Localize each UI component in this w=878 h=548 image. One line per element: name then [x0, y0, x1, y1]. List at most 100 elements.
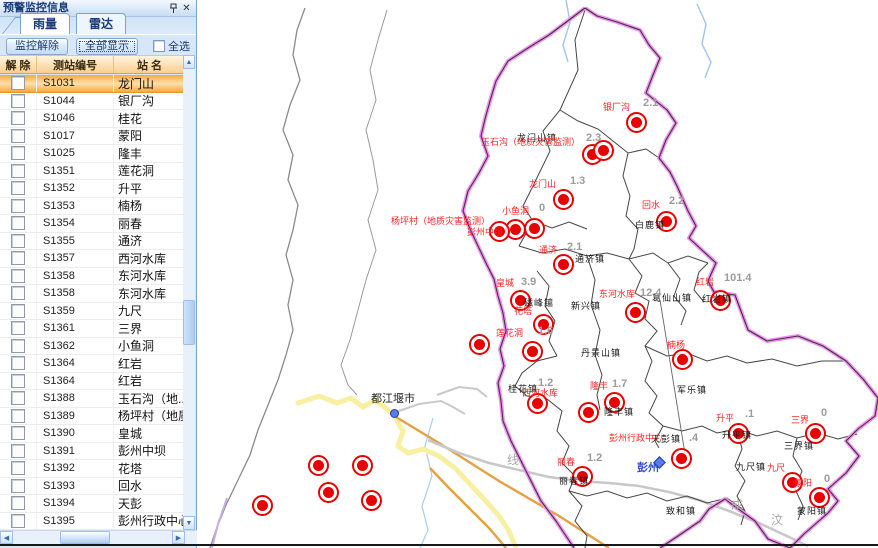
table-row[interactable]: S1388玉石沟（地...: [0, 390, 185, 408]
row-release-cell: [0, 338, 37, 355]
scroll-down-icon[interactable]: ▼: [183, 516, 195, 530]
row-checkbox[interactable]: [11, 409, 25, 423]
station-marker[interactable]: [672, 349, 693, 370]
row-checkbox[interactable]: [11, 286, 25, 300]
station-marker[interactable]: [522, 341, 543, 362]
station-marker[interactable]: [361, 490, 382, 511]
city-marker-icon[interactable]: [390, 409, 399, 418]
row-checkbox[interactable]: [11, 304, 25, 318]
gis-map[interactable]: 银厂沟2.1玉石沟（地质灾害监测）2.3龙门山1.3小鱼洞0杨坪村（地质灾害监测…: [197, 0, 878, 548]
station-marker[interactable]: [625, 302, 646, 323]
row-checkbox[interactable]: [11, 461, 25, 475]
table-row[interactable]: S1351莲花洞: [0, 163, 185, 181]
table-row[interactable]: S1361三界: [0, 320, 185, 338]
row-checkbox[interactable]: [11, 76, 25, 90]
row-checkbox[interactable]: [11, 339, 25, 353]
row-checkbox[interactable]: [11, 199, 25, 213]
row-checkbox[interactable]: [11, 479, 25, 493]
vertical-scroll-thumb[interactable]: [183, 300, 195, 345]
row-checkbox[interactable]: [11, 251, 25, 265]
column-station-id[interactable]: 测站编号: [37, 56, 114, 73]
row-station-id: S1355: [37, 233, 114, 250]
select-all-checkbox[interactable]: [153, 40, 165, 52]
row-checkbox[interactable]: [11, 181, 25, 195]
row-checkbox[interactable]: [11, 129, 25, 143]
show-all-button[interactable]: 全部显示: [76, 38, 138, 55]
row-checkbox[interactable]: [11, 391, 25, 405]
table-row[interactable]: S1391彭州中坝: [0, 443, 185, 461]
table-row[interactable]: S1393回水: [0, 478, 185, 496]
table-row[interactable]: S1355通济: [0, 233, 185, 251]
row-station-name: 西河水库: [114, 250, 185, 267]
table-row[interactable]: S1364红岩: [0, 355, 185, 373]
row-checkbox[interactable]: [11, 269, 25, 283]
table-row[interactable]: S1359九尺: [0, 303, 185, 321]
row-checkbox[interactable]: [11, 426, 25, 440]
station-marker[interactable]: [524, 218, 545, 239]
row-checkbox[interactable]: [11, 321, 25, 335]
station-marker[interactable]: [308, 455, 329, 476]
scroll-up-icon[interactable]: ▲: [183, 55, 195, 69]
station-marker[interactable]: [469, 334, 490, 355]
station-marker[interactable]: [626, 112, 647, 133]
station-marker[interactable]: [671, 448, 692, 469]
table-row[interactable]: S1352升平: [0, 180, 185, 198]
tab-rainfall[interactable]: 雨量: [20, 13, 70, 34]
pin-icon[interactable]: [167, 2, 180, 15]
close-icon[interactable]: ✕: [180, 2, 193, 15]
table-row[interactable]: S1044银厂沟: [0, 93, 185, 111]
table-row[interactable]: S1353楠杨: [0, 198, 185, 216]
row-checkbox[interactable]: [11, 496, 25, 510]
scroll-left-icon[interactable]: ◀: [0, 531, 13, 544]
table-row[interactable]: S1362小鱼洞: [0, 338, 185, 356]
station-marker[interactable]: [553, 189, 574, 210]
column-release[interactable]: 解 除: [0, 56, 37, 73]
town-label: 丽春镇: [559, 474, 589, 487]
station-marker[interactable]: [578, 402, 599, 423]
table-row[interactable]: S1031龙门山: [0, 75, 185, 93]
release-monitor-button[interactable]: 监控解除: [6, 38, 68, 55]
table-row[interactable]: S1395彭州行政中心: [0, 513, 185, 531]
station-value: 101.4: [724, 272, 752, 284]
table-row[interactable]: S1025隆丰: [0, 145, 185, 163]
station-marker[interactable]: [352, 455, 373, 476]
horizontal-scroll-thumb[interactable]: [60, 531, 110, 544]
town-label: 新兴镇: [571, 299, 601, 312]
table-row[interactable]: S1364红岩: [0, 373, 185, 391]
row-checkbox[interactable]: [11, 111, 25, 125]
column-station-name[interactable]: 站 名: [114, 56, 185, 73]
vertical-scrollbar[interactable]: ▲ ▼: [183, 55, 195, 530]
table-row[interactable]: S1358东河水库: [0, 268, 185, 286]
table-row[interactable]: S1394天彭: [0, 495, 185, 513]
row-checkbox[interactable]: [11, 234, 25, 248]
station-marker[interactable]: [553, 254, 574, 275]
row-release-cell: [0, 75, 37, 92]
row-checkbox[interactable]: [11, 356, 25, 370]
scroll-right-icon[interactable]: ▶: [172, 531, 185, 544]
row-station-name: 莲花洞: [114, 162, 185, 179]
row-station-name: 彭州行政中心: [114, 512, 185, 529]
table-row[interactable]: S1357西河水库: [0, 250, 185, 268]
row-checkbox[interactable]: [11, 514, 25, 528]
row-checkbox[interactable]: [11, 444, 25, 458]
table-row[interactable]: S1358东河水库: [0, 285, 185, 303]
row-station-name: 回水: [114, 477, 185, 494]
row-checkbox[interactable]: [11, 164, 25, 178]
table-row[interactable]: S1390皇城: [0, 425, 185, 443]
table-row[interactable]: S1046桂花: [0, 110, 185, 128]
town-label: 蒙阳镇: [797, 504, 827, 517]
tab-radar[interactable]: 雷达: [76, 13, 126, 34]
table-row[interactable]: S1017蒙阳: [0, 128, 185, 146]
table-row[interactable]: S1392花塔: [0, 460, 185, 478]
row-checkbox[interactable]: [11, 94, 25, 108]
station-marker[interactable]: [318, 482, 339, 503]
table-row[interactable]: S1354丽春: [0, 215, 185, 233]
row-checkbox[interactable]: [11, 216, 25, 230]
horizontal-scrollbar[interactable]: ◀ ▶: [0, 530, 197, 545]
table-row[interactable]: S1389杨坪村（地质...: [0, 408, 185, 426]
town-label: 白鹿镇: [635, 218, 665, 231]
row-checkbox[interactable]: [11, 146, 25, 160]
row-checkbox[interactable]: [11, 374, 25, 388]
station-marker[interactable]: [252, 495, 273, 516]
town-label: 丹景山镇: [581, 346, 621, 359]
